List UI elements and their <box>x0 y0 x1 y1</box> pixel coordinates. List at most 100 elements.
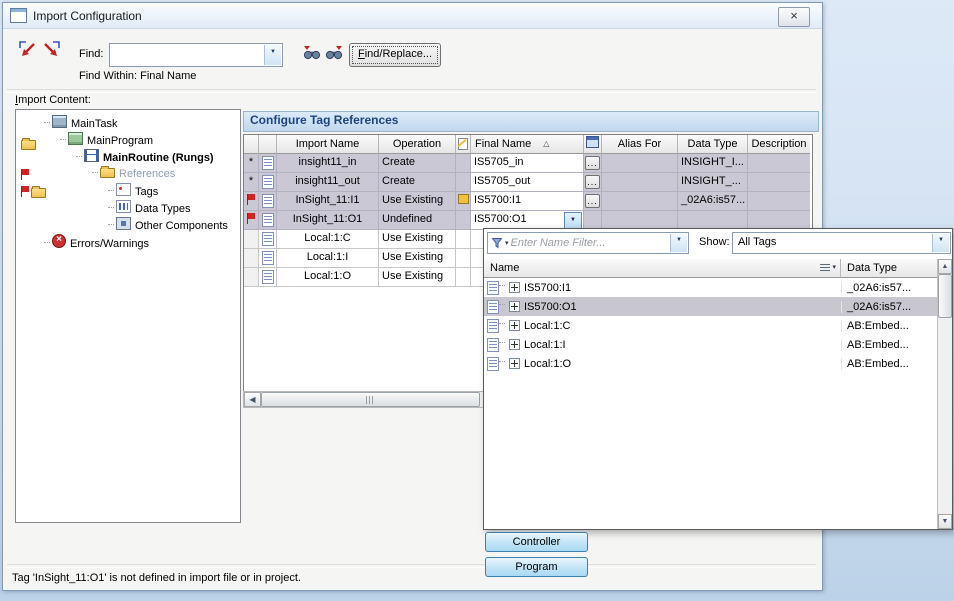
browser-data-type-header[interactable]: Data Type <box>841 259 937 278</box>
final-name-cell[interactable]: IS5705_in <box>471 154 584 173</box>
scroll-grip <box>366 396 375 404</box>
tree-connector <box>499 323 505 325</box>
expand-plus-icon[interactable] <box>509 320 520 331</box>
expand-plus-icon[interactable] <box>509 301 520 312</box>
scroll-left-button[interactable]: ◀ <box>244 392 261 407</box>
operation-cell[interactable]: Use Existing <box>379 230 456 249</box>
tag-browser-row[interactable]: Local:1:O AB:Embed... <box>484 354 937 373</box>
find-previous-icon[interactable] <box>303 45 325 67</box>
row-marker: * <box>244 154 259 173</box>
expand-plus-icon[interactable] <box>509 282 520 293</box>
edit-state-header <box>456 135 471 154</box>
data-type-header[interactable]: Data Type <box>678 135 748 154</box>
export-arrow-icon[interactable] <box>40 39 62 61</box>
chevron-down-icon: ▾ <box>505 239 509 247</box>
alias-for-cell[interactable] <box>602 192 678 211</box>
tree-item-tags[interactable]: Tags <box>16 183 240 200</box>
browse-tags-button[interactable]: ... <box>585 194 600 208</box>
operation-cell[interactable]: Use Existing <box>379 249 456 268</box>
browser-name-header[interactable]: Name ▾ <box>484 259 841 278</box>
import-name-cell[interactable]: Local:1:I <box>277 249 379 268</box>
expand-plus-icon[interactable] <box>509 358 520 369</box>
tree-connector <box>60 139 66 141</box>
scroll-up-button[interactable]: ▲ <box>938 259 952 274</box>
tree-item-maintask[interactable]: MainTask <box>16 115 240 132</box>
v-scrollbar[interactable]: ▲ ▼ <box>937 259 952 529</box>
import-name-cell[interactable]: InSight_11:O1 <box>277 211 379 230</box>
data-type-cell: INSIGHT_... <box>678 173 748 192</box>
find-replace-button[interactable]: Find/Replace... <box>349 43 441 67</box>
description-cell[interactable] <box>748 173 810 192</box>
scroll-track[interactable] <box>938 318 952 514</box>
operation-cell[interactable]: Create <box>379 154 456 173</box>
tag-icon-header <box>259 135 277 154</box>
operation-cell[interactable]: Create <box>379 173 456 192</box>
tag-icon <box>262 251 274 265</box>
expand-plus-icon[interactable] <box>509 339 520 350</box>
task-icon <box>52 115 67 128</box>
scroll-down-button[interactable]: ▼ <box>938 514 952 529</box>
scroll-thumb[interactable] <box>938 274 952 318</box>
filter-funnel-icon[interactable] <box>491 237 503 249</box>
operation-cell[interactable]: Undefined <box>379 211 456 230</box>
column-menu-icon[interactable] <box>820 264 830 272</box>
browser-row-list[interactable]: IS5700:I1 _02A6:is57... IS5700:O1 _02A6:… <box>484 278 937 373</box>
title-bar[interactable]: Import Configuration <box>3 3 822 29</box>
browse-tags-button[interactable]: ... <box>585 156 600 170</box>
final-name-cell[interactable]: IS5700:I1 <box>471 192 584 211</box>
data-type-cell: _02A6:is57... <box>678 192 748 211</box>
tree-item-mainroutine[interactable]: MainRoutine (Rungs) <box>16 149 240 166</box>
find-combobox[interactable] <box>109 43 283 67</box>
operation-cell[interactable]: Use Existing <box>379 268 456 287</box>
final-name-dropdown-button[interactable] <box>564 212 582 229</box>
operation-header[interactable]: Operation <box>379 135 456 154</box>
create-folder-icon <box>21 140 36 150</box>
name-filter-combobox[interactable]: ▾ Enter Name Filter... <box>487 232 689 254</box>
find-next-icon[interactable] <box>325 45 347 67</box>
tag-icon-cell <box>259 173 277 192</box>
import-name-cell[interactable]: insight11_out <box>277 173 379 192</box>
tag-row[interactable]: InSight_11:I1 Use Existing IS5700:I1 ...… <box>244 192 812 211</box>
import-name-header[interactable]: Import Name <box>277 135 379 154</box>
chevron-down-icon[interactable] <box>264 45 281 65</box>
import-arrow-icon[interactable] <box>17 39 39 61</box>
tag-row[interactable]: * insight11_in Create IS5705_in ... INSI… <box>244 154 812 173</box>
tag-browser-row[interactable]: IS5700:I1 _02A6:is57... <box>484 278 937 297</box>
tree-item-references[interactable]: References <box>16 166 240 183</box>
error-flag-icon <box>246 194 256 205</box>
chevron-down-icon[interactable] <box>932 234 949 252</box>
description-cell[interactable] <box>748 192 810 211</box>
description-header[interactable]: Description <box>748 135 810 154</box>
browse-tags-button[interactable]: ... <box>585 175 600 189</box>
chevron-down-icon[interactable] <box>670 234 687 252</box>
alias-for-cell[interactable] <box>602 154 678 173</box>
tree-item-other-components[interactable]: Other Components <box>16 217 240 234</box>
operation-cell[interactable]: Use Existing <box>379 192 456 211</box>
import-name-cell[interactable]: Local:1:O <box>277 268 379 287</box>
scroll-thumb[interactable] <box>261 392 480 407</box>
tree-connector <box>108 224 114 226</box>
tag-browser-row[interactable]: Local:1:C AB:Embed... <box>484 316 937 335</box>
show-combobox[interactable]: All Tags <box>732 232 951 254</box>
folder-icon <box>100 168 115 178</box>
final-name-cell[interactable]: IS5705_out <box>471 173 584 192</box>
final-name-header[interactable]: Final Name△ <box>471 135 584 154</box>
alias-for-cell[interactable] <box>602 173 678 192</box>
tree-item-errors-warnings[interactable]: Errors/Warnings <box>16 234 240 251</box>
program-scope-button[interactable]: Program <box>485 557 588 577</box>
import-name-cell[interactable]: InSight_11:I1 <box>277 192 379 211</box>
import-name-cell[interactable]: Local:1:C <box>277 230 379 249</box>
import-content-tree[interactable]: MainTask MainProgram MainRoutine (Rungs)… <box>15 109 241 523</box>
tag-row[interactable]: * insight11_out Create IS5705_out ... IN… <box>244 173 812 192</box>
tree-item-data-types[interactable]: Data Types <box>16 200 240 217</box>
window-icon <box>10 8 27 23</box>
tag-browser-row[interactable]: Local:1:I AB:Embed... <box>484 335 937 354</box>
close-button[interactable]: × <box>778 7 810 27</box>
import-name-cell[interactable]: insight11_in <box>277 154 379 173</box>
description-cell[interactable] <box>748 154 810 173</box>
controller-scope-button[interactable]: Controller <box>485 532 588 552</box>
tag-browser-row-selected[interactable]: IS5700:O1 _02A6:is57... <box>484 297 937 316</box>
data-types-icon <box>116 200 131 213</box>
alias-for-header[interactable]: Alias For <box>602 135 678 154</box>
tree-item-mainprogram[interactable]: MainProgram <box>16 132 240 149</box>
